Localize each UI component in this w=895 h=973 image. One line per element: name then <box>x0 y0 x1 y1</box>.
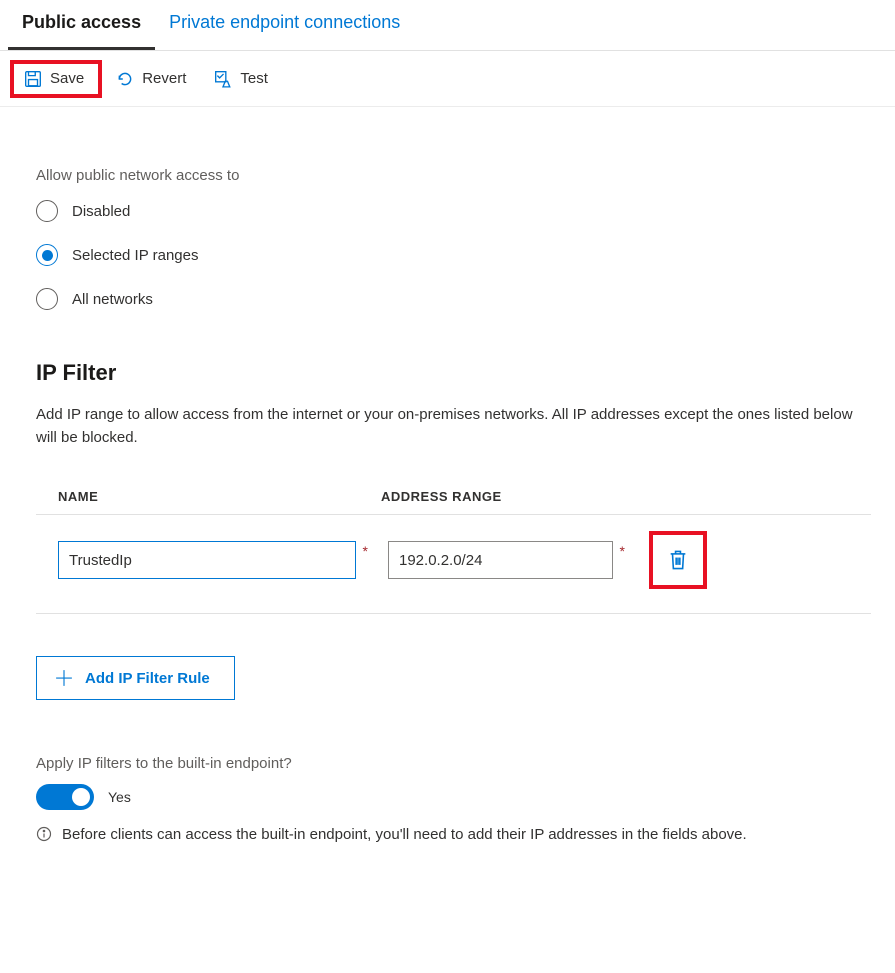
save-label: Save <box>50 70 84 87</box>
test-button[interactable]: Test <box>204 64 282 94</box>
save-icon <box>24 70 42 88</box>
access-label: Allow public network access to <box>36 167 871 184</box>
toggle-row: Yes <box>36 784 871 810</box>
note-row: Before clients can access the built-in e… <box>36 824 856 847</box>
revert-label: Revert <box>142 70 186 87</box>
col-address: ADDRESS RANGE <box>381 489 651 504</box>
radio-disabled[interactable]: Disabled <box>36 200 871 222</box>
ip-filter-description: Add IP range to allow access from the in… <box>36 404 866 449</box>
table-header: NAME ADDRESS RANGE <box>36 489 871 515</box>
name-input-wrap: * <box>58 541 356 579</box>
tabs-bar: Public access Private endpoint connectio… <box>0 0 895 51</box>
test-icon <box>214 70 232 88</box>
toolbar: Save Revert Test <box>0 51 895 107</box>
content: Allow public network access to Disabled … <box>0 107 895 867</box>
radio-all[interactable]: All networks <box>36 288 871 310</box>
address-input-wrap: * <box>388 541 613 579</box>
radio-label: Disabled <box>72 203 130 220</box>
revert-button[interactable]: Revert <box>106 64 200 94</box>
tab-public-access[interactable]: Public access <box>8 0 155 50</box>
radio-circle-icon <box>36 200 58 222</box>
radio-circle-icon <box>36 244 58 266</box>
plus-icon <box>55 669 73 687</box>
revert-icon <box>116 70 134 88</box>
tab-private-endpoints[interactable]: Private endpoint connections <box>155 0 414 50</box>
access-radio-group: Disabled Selected IP ranges All networks <box>36 200 871 310</box>
add-ip-filter-button[interactable]: Add IP Filter Rule <box>36 656 235 700</box>
required-indicator: * <box>620 543 625 559</box>
add-button-label: Add IP Filter Rule <box>85 670 210 687</box>
radio-selected-ip[interactable]: Selected IP ranges <box>36 244 871 266</box>
apply-label: Apply IP filters to the built-in endpoin… <box>36 755 871 772</box>
table-row: * * <box>36 515 871 614</box>
radio-label: Selected IP ranges <box>72 247 198 264</box>
apply-toggle[interactable] <box>36 784 94 810</box>
save-highlight: Save <box>10 60 102 98</box>
info-icon <box>36 826 52 842</box>
toggle-value-label: Yes <box>108 789 131 805</box>
name-input[interactable] <box>58 541 356 579</box>
save-button[interactable]: Save <box>14 64 98 94</box>
required-indicator: * <box>363 543 368 559</box>
trash-icon[interactable] <box>668 549 688 571</box>
ip-filter-heading: IP Filter <box>36 360 871 386</box>
radio-circle-icon <box>36 288 58 310</box>
delete-highlight <box>649 531 707 589</box>
radio-label: All networks <box>72 291 153 308</box>
address-input[interactable] <box>388 541 613 579</box>
test-label: Test <box>240 70 268 87</box>
col-name: NAME <box>36 489 381 504</box>
note-text: Before clients can access the built-in e… <box>62 824 747 847</box>
